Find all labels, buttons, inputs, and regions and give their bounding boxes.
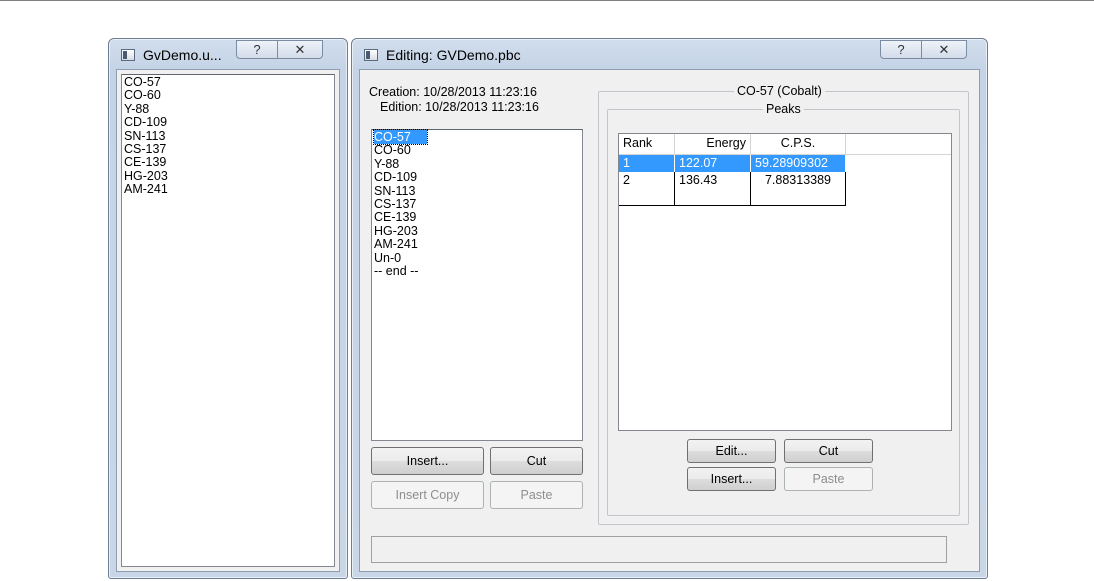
table-grid-line — [619, 205, 846, 206]
list-item[interactable]: CO-60 — [374, 144, 580, 157]
close-button[interactable]: ✕ — [921, 40, 967, 59]
close-icon: ✕ — [294, 42, 306, 57]
list-item[interactable]: CO-57 — [124, 75, 332, 89]
cps-cell: 59.28909302 — [751, 155, 846, 172]
rank-cell: 1 — [619, 155, 675, 172]
help-button[interactable]: ? — [236, 40, 278, 59]
isotope-listbox[interactable]: CO-57 CO-60 Y-88 CD-109 SN-113 CS-137 CE… — [121, 74, 335, 567]
creation-date: Creation: 10/28/2013 11:23:16 — [369, 85, 537, 99]
list-item[interactable]: CD-109 — [374, 170, 580, 184]
help-icon: ? — [253, 42, 261, 57]
list-item[interactable]: AM-241 — [374, 237, 580, 251]
left-window-titlebar[interactable]: GvDemo.u... ? ✕ — [109, 39, 347, 69]
insert-peak-button[interactable]: Insert... — [687, 467, 776, 491]
list-item[interactable]: HG-203 — [374, 224, 580, 238]
table-header: Rank Energy C.P.S. — [619, 134, 951, 155]
application-icon — [364, 49, 378, 61]
status-bar — [371, 536, 947, 563]
close-button[interactable]: ✕ — [277, 40, 323, 59]
left-window-title: GvDemo.u... — [143, 47, 222, 63]
cps-cell: 7.88313389 — [751, 172, 846, 205]
editing-window-title: Editing: GVDemo.pbc — [386, 47, 521, 63]
paste-isotope-button[interactable]: Paste — [490, 481, 583, 509]
energy-cell: 136.43 — [675, 172, 751, 205]
list-item[interactable]: CE-139 — [374, 211, 580, 224]
list-item[interactable]: CE-139 — [124, 156, 332, 169]
list-item[interactable]: -- end -- — [374, 264, 580, 278]
editing-window-titlebar[interactable]: Editing: GVDemo.pbc ? ✕ — [352, 39, 987, 69]
peaks-groupbox: Peaks Rank Energy C.P.S. 1 122.07 59.289… — [607, 102, 960, 516]
list-item-selected[interactable]: CO-57 — [373, 129, 580, 145]
edition-date: Edition: 10/28/2013 11:23:16 — [380, 100, 539, 114]
cut-isotope-button[interactable]: Cut — [490, 447, 583, 475]
element-group-label: CO-57 (Cobalt) — [734, 84, 825, 98]
list-item[interactable]: CS-137 — [374, 197, 580, 211]
column-header-cps[interactable]: C.P.S. — [751, 134, 846, 154]
gvdemo-list-window: GvDemo.u... ? ✕ CO-57 CO-60 Y-88 CD-109 … — [108, 38, 348, 579]
application-icon — [121, 49, 135, 61]
screen-top-border — [0, 0, 1094, 1]
column-header-rank[interactable]: Rank — [619, 134, 675, 154]
edit-peak-button[interactable]: Edit... — [687, 439, 776, 463]
insert-copy-button[interactable]: Insert Copy — [371, 481, 484, 509]
insert-isotope-button[interactable]: Insert... — [371, 447, 484, 475]
cut-peak-button[interactable]: Cut — [784, 439, 873, 463]
list-item[interactable]: CD-109 — [124, 115, 332, 129]
list-item[interactable]: SN-113 — [124, 129, 332, 143]
list-item[interactable]: SN-113 — [374, 184, 580, 198]
rank-cell: 2 — [619, 172, 675, 205]
peaks-group-label: Peaks — [763, 102, 804, 116]
help-icon: ? — [897, 42, 905, 57]
isotope-edit-listbox[interactable]: CO-57 CO-60 Y-88 CD-109 SN-113 CS-137 CE… — [371, 129, 583, 441]
editing-window: Editing: GVDemo.pbc ? ✕ Creation: 10/28/… — [351, 38, 988, 579]
close-icon: ✕ — [938, 42, 950, 57]
paste-peak-button[interactable]: Paste — [784, 467, 873, 491]
list-item[interactable]: HG-203 — [124, 169, 332, 183]
list-item[interactable]: CO-60 — [124, 89, 332, 102]
energy-cell: 122.07 — [675, 155, 751, 172]
column-header-energy[interactable]: Energy — [675, 134, 751, 154]
list-item[interactable]: Y-88 — [124, 102, 332, 116]
peaks-table[interactable]: Rank Energy C.P.S. 1 122.07 59.28909302 … — [618, 133, 952, 431]
list-item[interactable]: Y-88 — [374, 157, 580, 171]
list-item[interactable]: AM-241 — [124, 182, 332, 196]
element-groupbox: CO-57 (Cobalt) Peaks Rank Energy C.P.S. … — [598, 84, 969, 525]
list-item[interactable]: Un-0 — [374, 251, 580, 265]
list-item[interactable]: CS-137 — [124, 142, 332, 156]
help-button[interactable]: ? — [880, 40, 922, 59]
left-window-client: CO-57 CO-60 Y-88 CD-109 SN-113 CS-137 CE… — [116, 69, 340, 572]
editing-window-client: Creation: 10/28/2013 11:23:16 Edition: 1… — [359, 69, 980, 572]
